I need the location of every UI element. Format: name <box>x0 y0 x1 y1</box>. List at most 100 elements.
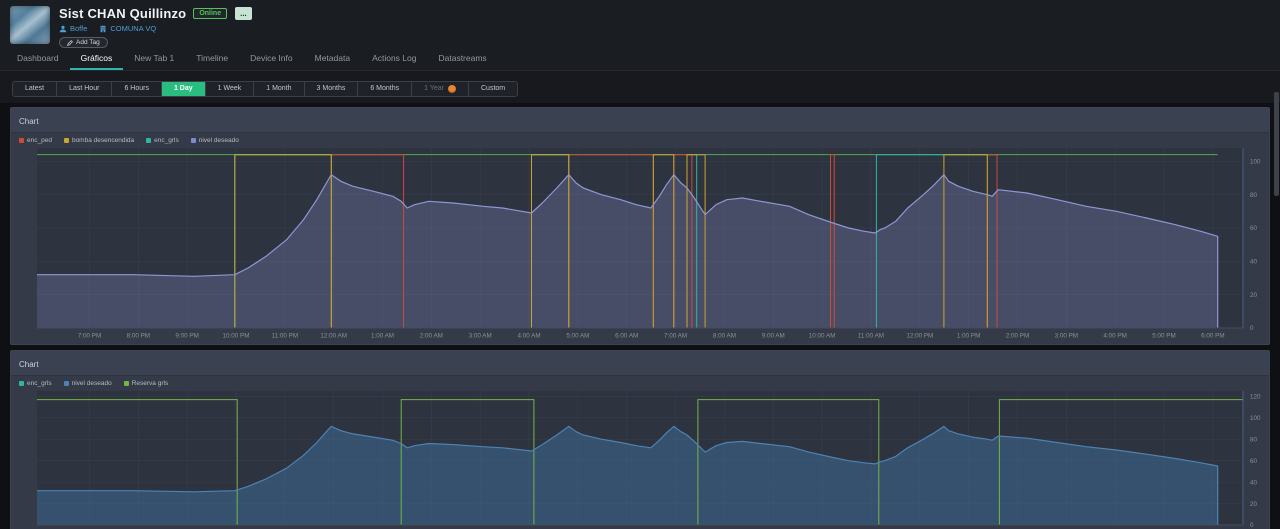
chart-panel-1: Chart enc_pedbomba desencendidaenc_grlsn… <box>10 107 1270 345</box>
device-page: Sist CHAN Quillinzo Online ... Boffe <box>0 0 1280 529</box>
svg-text:7:00 AM: 7:00 AM <box>664 332 687 339</box>
charts-section: Chart enc_pedbomba desencendidaenc_grlsn… <box>0 103 1280 529</box>
range-button-label: 1 Week <box>218 85 242 92</box>
svg-text:40: 40 <box>1250 258 1258 265</box>
legend-label: Reserva grls <box>132 380 168 387</box>
building-icon <box>99 25 107 33</box>
legend-color-dot <box>146 138 151 143</box>
svg-text:5:00 AM: 5:00 AM <box>566 332 589 339</box>
svg-text:80: 80 <box>1250 436 1258 443</box>
tab-graficos[interactable]: Gráficos <box>70 49 124 70</box>
legend-label: enc_grls <box>27 380 52 387</box>
legend-item-nivel-deseado[interactable]: nivel deseado <box>64 380 112 387</box>
svg-text:0: 0 <box>1250 522 1254 529</box>
svg-text:4:00 AM: 4:00 AM <box>517 332 540 339</box>
device-title: Sist CHAN Quillinzo <box>59 6 186 21</box>
range-button-label: Custom <box>481 85 505 92</box>
owner-label: Boffe <box>70 24 87 33</box>
svg-text:8:00 AM: 8:00 AM <box>713 332 736 339</box>
svg-text:80: 80 <box>1250 191 1258 198</box>
tab-actions-log[interactable]: Actions Log <box>361 49 427 70</box>
range-button-latest[interactable]: Latest <box>13 82 57 96</box>
range-button-1-month[interactable]: 1 Month <box>254 82 304 96</box>
legend-color-dot <box>19 138 24 143</box>
legend-item-bomba-desencendida[interactable]: bomba desencendida <box>64 137 134 144</box>
svg-text:6:00 AM: 6:00 AM <box>615 332 638 339</box>
chart-panel-2: Chart enc_grlsnivel deseadoReserva grls … <box>10 350 1270 529</box>
legend-item-reserva-grls[interactable]: Reserva grls <box>124 380 168 387</box>
pencil-icon <box>67 40 73 46</box>
chart-panel-header: Chart <box>11 351 1269 376</box>
device-header: Sist CHAN Quillinzo Online ... Boffe <box>0 0 1280 50</box>
range-button-1-year[interactable]: 1 Year <box>412 82 469 96</box>
range-button-1-day[interactable]: 1 Day <box>162 82 206 96</box>
vertical-scrollbar[interactable] <box>1274 92 1279 196</box>
organization-link[interactable]: COMUNA VQ <box>99 24 156 33</box>
range-button-label: Latest <box>25 85 44 92</box>
svg-text:8:00 PM: 8:00 PM <box>127 332 150 339</box>
chart-area: 7:00 PM8:00 PM9:00 PM10:00 PM11:00 PM12:… <box>11 146 1269 344</box>
range-button-label: Last Hour <box>69 85 99 92</box>
svg-text:1:00 AM: 1:00 AM <box>371 332 394 339</box>
range-button-3-months[interactable]: 3 Months <box>305 82 359 96</box>
tab-new-tab-1[interactable]: New Tab 1 <box>123 49 185 70</box>
chart-title: Chart <box>19 360 39 369</box>
svg-text:9:00 AM: 9:00 AM <box>762 332 785 339</box>
range-button-6-months[interactable]: 6 Months <box>358 82 412 96</box>
legend-item-enc-grls[interactable]: enc_grls <box>19 380 52 387</box>
svg-text:0: 0 <box>1250 325 1254 332</box>
svg-text:20: 20 <box>1250 500 1258 507</box>
range-button-custom[interactable]: Custom <box>469 82 517 96</box>
svg-text:10:00 AM: 10:00 AM <box>809 332 836 339</box>
owner-link[interactable]: Boffe <box>59 24 87 33</box>
more-options-button[interactable]: ... <box>235 7 252 20</box>
svg-text:60: 60 <box>1250 457 1258 464</box>
range-button-last-hour[interactable]: Last Hour <box>57 82 112 96</box>
add-tag-label: Add Tag <box>76 39 100 46</box>
legend-color-dot <box>124 381 129 386</box>
organization-label: COMUNA VQ <box>110 24 156 33</box>
svg-text:2:00 AM: 2:00 AM <box>420 332 443 339</box>
tab-metadata[interactable]: Metadata <box>304 49 361 70</box>
tab-dashboard[interactable]: Dashboard <box>6 49 70 70</box>
tab-device-info[interactable]: Device Info <box>239 49 304 70</box>
chart-legend: enc_ped bomba desencendida enc_grls nivel d… <box>11 133 1269 146</box>
chart-canvas[interactable]: 7:00 PM8:00 PM9:00 PM10:00 PM11:00 PM12:… <box>37 148 1269 341</box>
legend-color-dot <box>191 138 196 143</box>
legend-label: nivel deseado <box>72 380 112 387</box>
svg-text:100: 100 <box>1250 158 1261 165</box>
range-button-label: 3 Months <box>317 85 346 92</box>
legend-color-dot <box>64 138 69 143</box>
tab-bar: DashboardGráficosNew Tab 1TimelineDevice… <box>0 50 1280 71</box>
svg-text:100: 100 <box>1250 415 1261 422</box>
range-button-1-week[interactable]: 1 Week <box>206 82 255 96</box>
device-thumbnail[interactable] <box>10 6 50 44</box>
chart-area: 7:00 PM8:00 PM9:00 PM10:00 PM11:00 PM12:… <box>11 389 1269 529</box>
svg-text:20: 20 <box>1250 291 1258 298</box>
svg-text:6:00 PM: 6:00 PM <box>1201 332 1224 339</box>
legend-item-nivel-deseado[interactable]: nivel deseado <box>191 137 239 144</box>
svg-text:9:00 PM: 9:00 PM <box>175 332 198 339</box>
person-icon <box>59 25 67 33</box>
svg-text:2:00 PM: 2:00 PM <box>1006 332 1029 339</box>
range-button-label: 6 Hours <box>124 85 149 92</box>
range-button-label: 6 Months <box>370 85 399 92</box>
svg-text:120: 120 <box>1250 393 1261 400</box>
premium-icon <box>448 85 456 93</box>
tab-datastreams[interactable]: Datastreams <box>427 49 497 70</box>
add-tag-button[interactable]: Add Tag <box>59 37 108 48</box>
svg-text:11:00 AM: 11:00 AM <box>858 332 884 339</box>
tab-timeline[interactable]: Timeline <box>185 49 239 70</box>
range-button-label: 1 Year <box>424 85 444 92</box>
status-badge: Online <box>193 8 227 19</box>
time-range-group: Latest Last Hour 6 Hours 1 Day 1 Week 1 Month… <box>12 81 518 97</box>
legend-item-enc-ped[interactable]: enc_ped <box>19 137 52 144</box>
legend-item-enc-grls[interactable]: enc_grls <box>146 137 179 144</box>
svg-text:3:00 PM: 3:00 PM <box>1055 332 1078 339</box>
svg-text:60: 60 <box>1250 225 1258 232</box>
legend-color-dot <box>19 381 24 386</box>
chart-canvas[interactable]: 7:00 PM8:00 PM9:00 PM10:00 PM11:00 PM12:… <box>37 391 1269 529</box>
svg-text:12:00 AM: 12:00 AM <box>320 332 347 339</box>
range-button-6-hours[interactable]: 6 Hours <box>112 82 162 96</box>
svg-text:40: 40 <box>1250 479 1258 486</box>
